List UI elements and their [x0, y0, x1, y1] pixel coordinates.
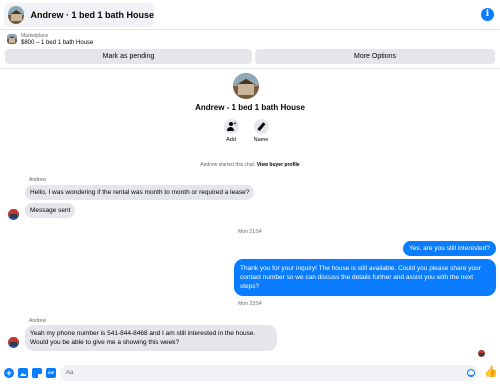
conversation-title-button[interactable]: Andrew · 1 bed 1 bath House: [4, 3, 154, 27]
marketplace-label: Marketplace: [21, 33, 49, 39]
photo-icon[interactable]: [18, 368, 28, 378]
sender-name: Andrew: [29, 318, 46, 324]
view-buyer-profile-link[interactable]: View buyer profile: [257, 162, 300, 168]
gif-icon[interactable]: GIF: [46, 368, 56, 378]
sender-name: Andrew: [29, 177, 46, 183]
chat-started-notice: Andrew started this chat. View buyer pro…: [0, 162, 500, 168]
mark-as-pending-button[interactable]: Mark as pending: [5, 49, 252, 64]
name-action[interactable]: Name: [246, 119, 276, 143]
plus-icon[interactable]: +: [4, 368, 14, 378]
message-composer: + GIF 👍: [0, 360, 500, 387]
add-person-icon: +: [223, 119, 239, 134]
conversation-header: Andrew · 1 bed 1 bath House i: [0, 0, 500, 30]
timestamp: Mon 21:54: [238, 229, 262, 235]
listing-profile-avatar[interactable]: [233, 73, 259, 99]
info-icon[interactable]: i: [481, 8, 494, 21]
outgoing-message[interactable]: Thank you for your inquiry! The house is…: [234, 259, 496, 296]
conversation-title: Andrew · 1 bed 1 bath House: [30, 10, 154, 20]
add-action[interactable]: + Add: [216, 119, 246, 143]
sender-avatar[interactable]: [8, 337, 19, 348]
incoming-message[interactable]: Yeah my phone number is 541-844-8468 and…: [25, 325, 277, 351]
message-input[interactable]: [60, 365, 478, 381]
chat-title: Andrew - 1 bed 1 bath House: [195, 103, 305, 112]
listing-avatar: [8, 6, 25, 24]
timestamp: Mon 23:54: [238, 301, 262, 307]
message-thread[interactable]: Andrew - 1 bed 1 bath House + Add Name A…: [0, 69, 500, 359]
thumbs-up-icon[interactable]: 👍: [484, 366, 498, 379]
listing-thumbnail[interactable]: [7, 34, 17, 44]
emoji-icon[interactable]: [467, 369, 475, 377]
incoming-message[interactable]: Hello, I was wondering if the rental was…: [25, 185, 255, 200]
sticker-icon[interactable]: [32, 368, 42, 378]
seen-indicator-avatar: [478, 350, 485, 357]
sender-avatar[interactable]: [8, 209, 19, 220]
chat-started-text: Andrew started this chat.: [200, 162, 256, 168]
outgoing-message[interactable]: Yes, are you still interested?: [402, 241, 496, 256]
incoming-message[interactable]: Message sent: [25, 203, 76, 218]
more-options-button[interactable]: More Options: [255, 49, 495, 64]
pencil-icon: [253, 119, 269, 134]
listing-summary[interactable]: $800 – 1 bed 1 bath House: [21, 40, 93, 46]
name-label: Name: [253, 137, 269, 143]
add-label: Add: [226, 137, 236, 143]
